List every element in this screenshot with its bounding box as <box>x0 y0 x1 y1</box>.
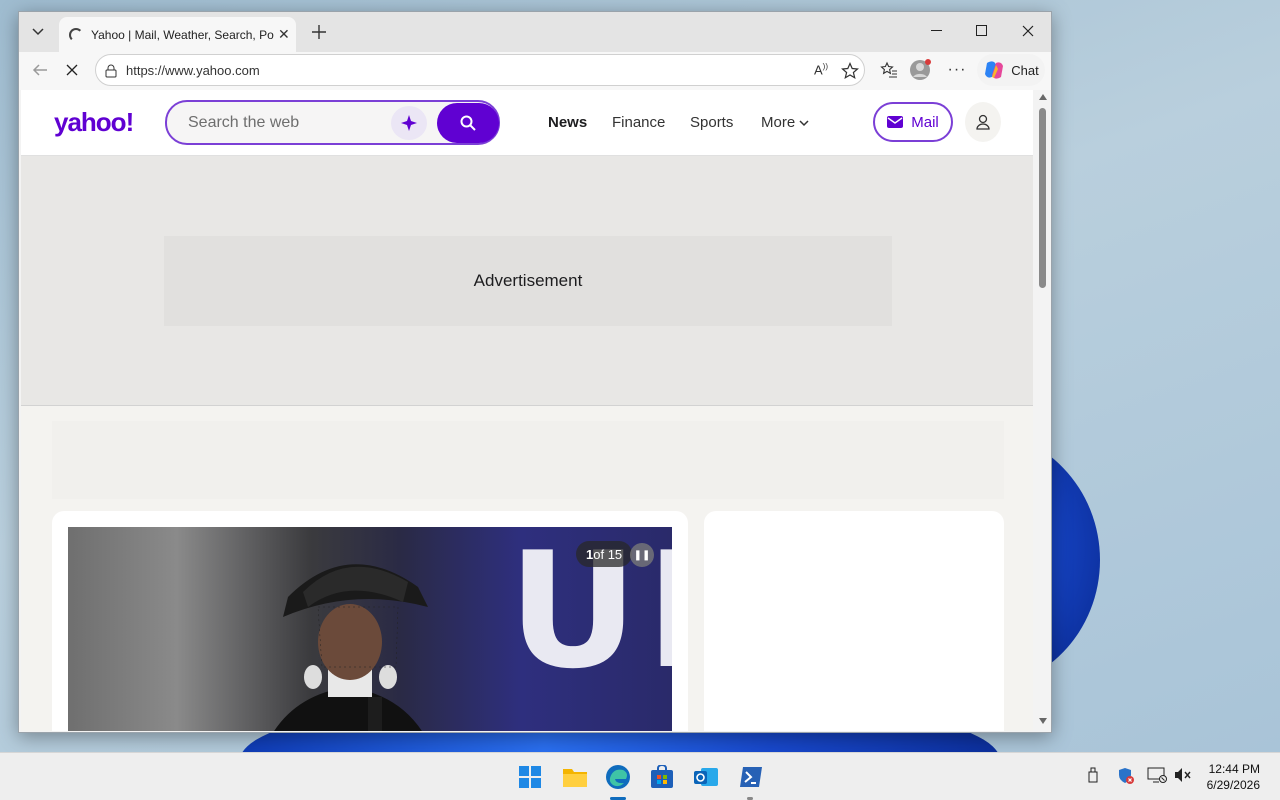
url-text: https://www.yahoo.com <box>126 63 260 78</box>
network-disconnected-icon <box>1147 767 1167 783</box>
mail-icon <box>887 116 904 128</box>
shield-alert-icon <box>1119 768 1134 784</box>
scroll-up-arrow-icon[interactable] <box>1039 94 1047 100</box>
read-aloud-icon[interactable]: A)) <box>814 62 828 77</box>
volume-tray-icon[interactable] <box>1174 767 1192 786</box>
minimize-icon <box>931 30 942 31</box>
usb-tray-icon[interactable] <box>1087 767 1099 786</box>
scroll-down-arrow-icon[interactable] <box>1039 718 1047 724</box>
speaker-muted-icon <box>1175 768 1191 782</box>
maximize-button[interactable] <box>967 20 997 42</box>
profile-button[interactable] <box>907 56 935 84</box>
search-box: Search the web <box>165 100 500 145</box>
clock-time: 12:44 PM <box>1208 762 1260 776</box>
nav-more[interactable]: More <box>761 114 809 131</box>
side-panel-card <box>704 511 1004 731</box>
browser-window: Yahoo | Mail, Weather, Search, Politics,… <box>18 11 1052 733</box>
profile-avatar-icon <box>910 59 931 80</box>
user-icon <box>976 114 990 130</box>
nav-sports[interactable]: Sports <box>690 114 733 131</box>
maximize-icon <box>976 25 987 36</box>
address-row: https://www.yahoo.com A)) ··· Chat <box>19 52 1051 90</box>
page-viewport: yahoo! Search the web News Finance Sport… <box>21 90 1033 731</box>
lock-icon <box>105 64 117 78</box>
search-input[interactable]: Search the web <box>188 114 299 132</box>
close-icon <box>1022 25 1034 37</box>
stop-loading-button[interactable] <box>59 56 85 84</box>
chat-label: Chat <box>1011 62 1039 78</box>
search-icon <box>460 115 476 131</box>
plus-icon <box>312 25 326 39</box>
taskbar-edge[interactable] <box>604 763 632 791</box>
terminal-icon <box>740 767 762 787</box>
settings-more-button[interactable]: ··· <box>944 56 970 84</box>
back-arrow-icon <box>32 64 47 76</box>
loading-placeholder <box>52 421 1004 499</box>
network-tray-icon[interactable] <box>1147 767 1167 786</box>
taskbar-file-explorer[interactable] <box>561 763 589 791</box>
nav-more-label: More <box>761 114 796 131</box>
ai-search-button[interactable] <box>391 106 427 140</box>
clock[interactable]: 12:44 PM 6/29/2026 <box>1196 761 1260 793</box>
pause-icon: ❚❚ <box>633 549 651 561</box>
yahoo-header: yahoo! Search the web News Finance Sport… <box>21 90 1033 156</box>
mail-button[interactable]: Mail <box>873 102 953 142</box>
slideshow-counter-current: 1 <box>586 546 594 562</box>
favorite-star-icon[interactable] <box>841 62 859 80</box>
nav-finance[interactable]: Finance <box>612 114 665 131</box>
folder-icon <box>563 769 587 787</box>
new-tab-button[interactable] <box>307 20 331 44</box>
vertical-scrollbar[interactable] <box>1035 90 1051 731</box>
chevron-down-icon <box>799 120 809 127</box>
minimize-button[interactable] <box>922 20 952 42</box>
windows-logo-icon <box>519 766 541 788</box>
copilot-icon <box>985 61 1004 79</box>
mail-label: Mail <box>911 113 939 131</box>
tab-strip: Yahoo | Mail, Weather, Search, Politics,… <box>19 12 1051 52</box>
taskbar-powershell[interactable] <box>737 763 765 791</box>
usb-icon <box>1088 767 1098 783</box>
chevron-down-icon <box>32 28 44 36</box>
tab-actions-button[interactable] <box>25 20 51 44</box>
sparkle-icon <box>401 115 417 131</box>
scrollbar-thumb[interactable] <box>1039 108 1046 288</box>
tab-title: Yahoo | Mail, Weather, Search, Politics,… <box>91 27 274 42</box>
advertisement-slot[interactable]: Advertisement <box>164 236 892 326</box>
favorites-icon <box>880 61 897 78</box>
address-bar[interactable]: https://www.yahoo.com A)) <box>95 54 865 86</box>
slideshow-counter-total: of 15 <box>593 546 623 562</box>
clock-date: 6/29/2026 <box>1206 778 1260 792</box>
search-button[interactable] <box>437 103 499 143</box>
security-tray-icon[interactable] <box>1117 767 1135 788</box>
yahoo-logo[interactable]: yahoo! <box>54 107 134 138</box>
slideshow-photo[interactable]: UFI 1 of 15 ❚❚ <box>68 527 672 731</box>
outlook-icon <box>694 768 718 786</box>
close-icon <box>66 64 78 76</box>
slideshow-card: UFI 1 of 15 ❚❚ <box>52 511 688 731</box>
account-button[interactable] <box>965 102 1001 142</box>
taskbar-store[interactable] <box>648 763 676 791</box>
back-button[interactable] <box>27 56 53 84</box>
ad-band: Advertisement <box>21 156 1033 406</box>
advertisement-label: Advertisement <box>473 271 583 290</box>
store-icon <box>651 765 673 788</box>
edge-icon <box>606 765 630 789</box>
copilot-chat-button[interactable]: Chat <box>977 54 1045 86</box>
loading-spinner-icon <box>69 27 83 42</box>
person-image <box>274 564 428 731</box>
start-button[interactable] <box>516 763 544 791</box>
taskbar: 12:44 PM 6/29/2026 <box>0 752 1280 800</box>
nav-news[interactable]: News <box>548 114 587 131</box>
more-dots-icon: ··· <box>947 61 967 78</box>
favorites-button[interactable] <box>875 56 903 84</box>
close-tab-icon[interactable]: ✕ <box>278 26 290 43</box>
close-window-button[interactable] <box>1013 20 1043 42</box>
slideshow-pause-button[interactable]: ❚❚ <box>630 543 654 567</box>
slideshow-counter: 1 of 15 <box>576 541 633 567</box>
tab-yahoo[interactable]: Yahoo | Mail, Weather, Search, Politics,… <box>59 17 296 52</box>
taskbar-outlook[interactable] <box>692 763 720 791</box>
